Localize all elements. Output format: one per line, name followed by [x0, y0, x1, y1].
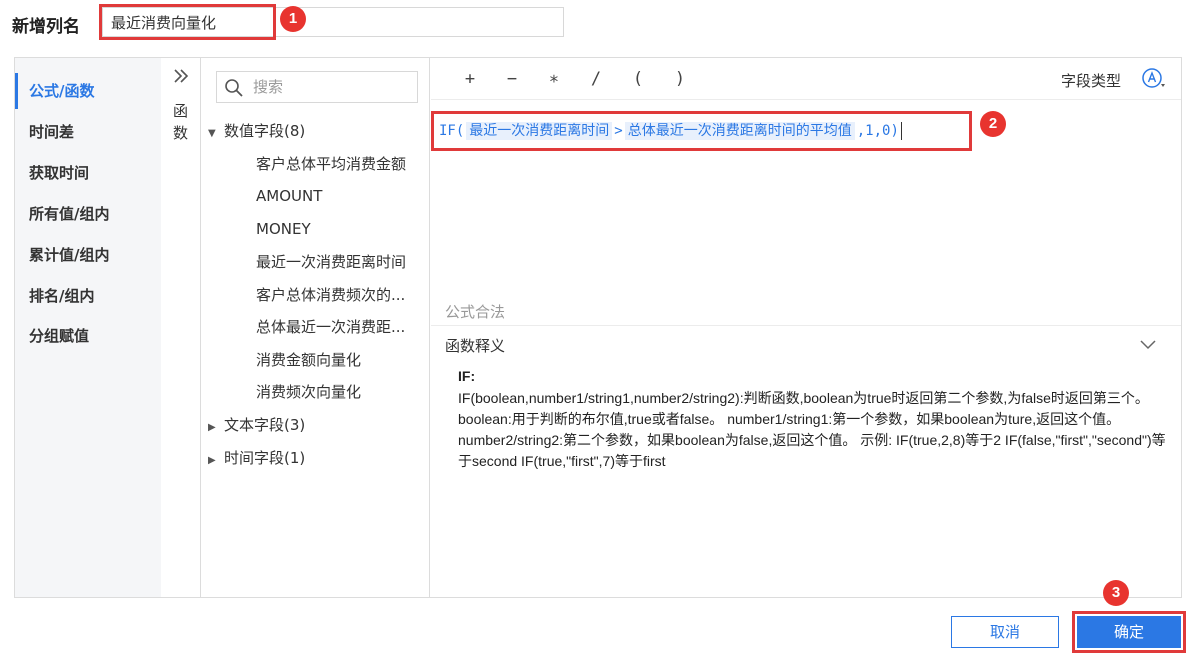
- field-item[interactable]: MONEY: [256, 216, 424, 242]
- column-name-label: 新增列名: [12, 17, 80, 37]
- field-item[interactable]: 总体最近一次消费距...: [256, 314, 424, 340]
- field-item[interactable]: 消费频次向量化: [256, 379, 424, 405]
- category-time-diff[interactable]: 时间差: [15, 114, 161, 150]
- function-description-body: IF(boolean,number1/string1,number2/strin…: [458, 390, 1166, 469]
- search-input[interactable]: [253, 75, 413, 99]
- function-name: IF:: [458, 368, 476, 384]
- field-group-label: 时间字段(1): [224, 449, 306, 467]
- operator-lparen-button[interactable]: (: [625, 68, 651, 90]
- annotation-badge-1: 1: [280, 6, 306, 32]
- function-panel-label[interactable]: 函数: [173, 100, 189, 144]
- cancel-button[interactable]: 取消: [951, 616, 1059, 648]
- function-description-header[interactable]: 函数释义: [431, 325, 1181, 363]
- formula-validation-status: 公式合法: [445, 303, 506, 321]
- category-get-time[interactable]: 获取时间: [15, 155, 161, 191]
- field-group-text[interactable]: ▶ 文本字段(3): [208, 412, 305, 438]
- function-panel: 函数: [161, 58, 201, 597]
- operator-divide-button[interactable]: /: [583, 68, 609, 90]
- expand-double-chevron-icon[interactable]: [169, 64, 193, 88]
- annotation-badge-3: 3: [1103, 580, 1129, 606]
- field-type-label: 字段类型: [1061, 72, 1122, 90]
- annotation-highlight-formula: [431, 111, 972, 151]
- operator-plus-button[interactable]: +: [457, 68, 483, 90]
- category-all-values[interactable]: 所有值/组内: [15, 196, 161, 232]
- function-description-title: 函数释义: [445, 337, 506, 355]
- category-sidebar: 公式/函数 时间差 获取时间 所有值/组内 累计值/组内 排名/组内 分组赋值: [15, 58, 161, 597]
- caret-right-icon: ▶: [208, 455, 216, 466]
- chevron-down-icon[interactable]: [1139, 336, 1157, 352]
- field-item[interactable]: 最近一次消费距离时间: [256, 249, 424, 275]
- field-item[interactable]: 消费金额向量化: [256, 347, 424, 373]
- field-group-label: 文本字段(3): [224, 416, 306, 434]
- operator-multiply-button[interactable]: ∗: [541, 68, 567, 90]
- annotation-highlight-name: [99, 4, 276, 40]
- operator-rparen-button[interactable]: ): [667, 68, 693, 90]
- search-icon: [224, 78, 244, 98]
- field-item[interactable]: 客户总体平均消费金额: [256, 151, 424, 177]
- search-box[interactable]: [216, 71, 418, 103]
- field-group-numeric[interactable]: ▼ 数值字段(8): [208, 118, 305, 144]
- field-group-time[interactable]: ▶ 时间字段(1): [208, 445, 305, 471]
- category-rank[interactable]: 排名/组内: [15, 278, 161, 314]
- category-formula-function[interactable]: 公式/函数: [15, 73, 161, 109]
- field-group-label: 数值字段(8): [224, 122, 306, 140]
- field-item[interactable]: AMOUNT: [256, 183, 424, 209]
- caret-down-icon: ▼: [208, 128, 216, 139]
- annotation-highlight-confirm: [1072, 611, 1186, 653]
- category-group-assign[interactable]: 分组赋值: [15, 318, 161, 354]
- field-item[interactable]: 客户总体消费频次的...: [256, 282, 424, 308]
- annotation-badge-2: 2: [980, 111, 1006, 137]
- text-type-icon[interactable]: [1141, 67, 1171, 91]
- field-list-panel: ▼ 数值字段(8) 客户总体平均消费金额 AMOUNT MONEY 最近一次消费距…: [202, 58, 430, 597]
- caret-right-icon: ▶: [208, 422, 216, 433]
- formula-editor: + − ∗ / ( ) 字段类型 IF(最近一次消费距离时间 > 总体最近一次消费距…: [431, 58, 1181, 597]
- operator-toolbar: + − ∗ / ( ) 字段类型: [431, 58, 1181, 100]
- category-cumulative[interactable]: 累计值/组内: [15, 237, 161, 273]
- formula-editor-panel: 公式/函数 时间差 获取时间 所有值/组内 累计值/组内 排名/组内 分组赋值 …: [14, 57, 1182, 598]
- operator-minus-button[interactable]: −: [499, 68, 525, 90]
